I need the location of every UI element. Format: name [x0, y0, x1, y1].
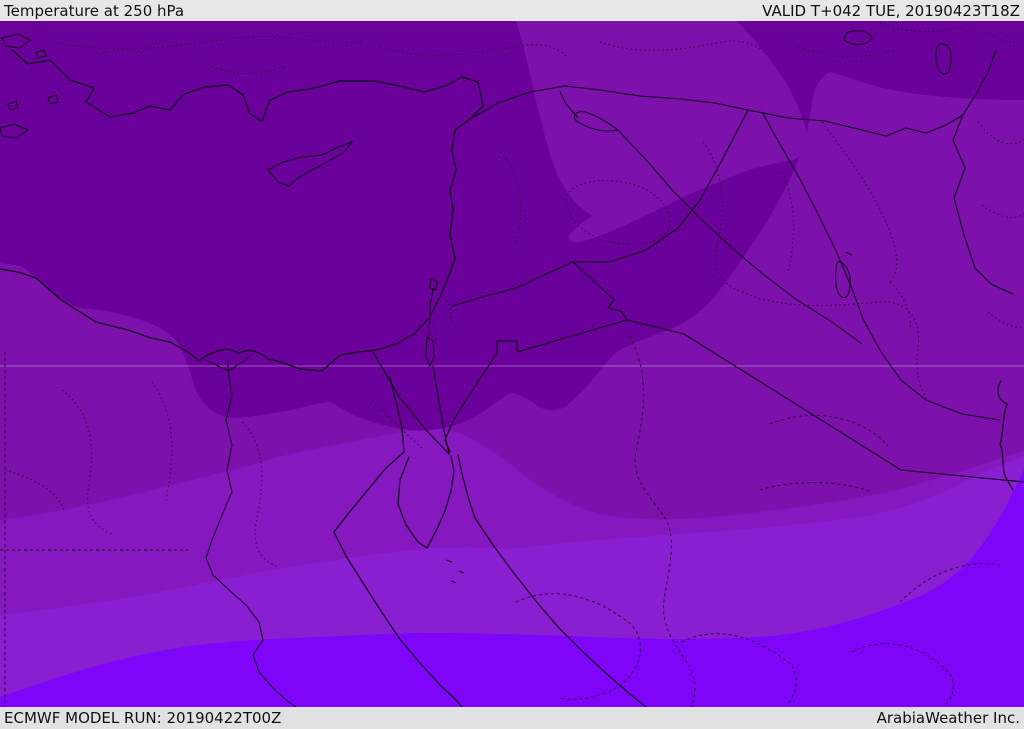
weather-map-screen: Temperature at 250 hPa VALID T+042 TUE, …	[0, 0, 1024, 729]
company-credit: ArabiaWeather Inc.	[876, 709, 1020, 727]
map-title: Temperature at 250 hPa	[4, 1, 185, 20]
footer-bar: ECMWF MODEL RUN: 20190422T00Z ArabiaWeat…	[0, 707, 1024, 729]
model-run-label: ECMWF MODEL RUN: 20190422T00Z	[4, 709, 282, 727]
header-bar: Temperature at 250 hPa VALID T+042 TUE, …	[0, 0, 1024, 21]
valid-time-label: VALID T+042 TUE, 20190423T18Z	[762, 1, 1020, 20]
temperature-map-canvas	[0, 21, 1024, 707]
